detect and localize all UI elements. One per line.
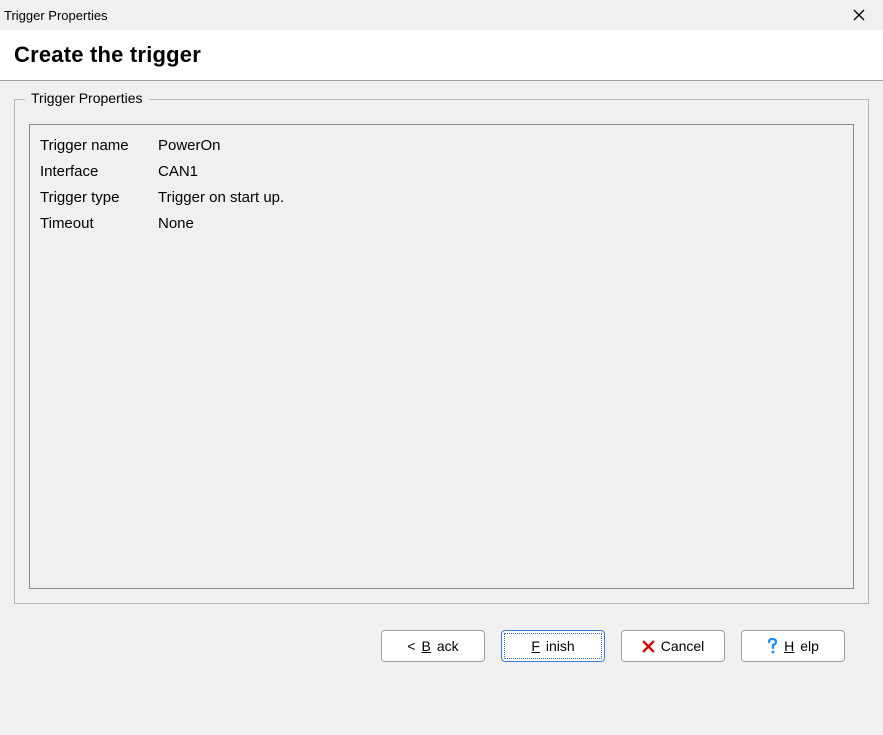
wizard-header: Create the trigger xyxy=(0,30,883,81)
property-value: Trigger on start up. xyxy=(158,185,284,211)
help-icon xyxy=(767,638,778,654)
close-icon xyxy=(853,9,865,21)
finish-button[interactable]: Finish xyxy=(501,630,605,662)
property-value: None xyxy=(158,211,194,237)
property-value: CAN1 xyxy=(158,159,198,185)
cancel-label: Cancel xyxy=(661,638,705,654)
properties-panel: Trigger name PowerOn Interface CAN1 Trig… xyxy=(29,124,854,589)
back-prefix: < xyxy=(407,638,415,654)
property-label: Timeout xyxy=(40,211,158,237)
cancel-icon xyxy=(642,640,655,653)
finish-hotkey: F xyxy=(531,638,540,654)
back-rest: ack xyxy=(437,638,459,654)
property-label: Trigger type xyxy=(40,185,158,211)
property-value: PowerOn xyxy=(158,133,221,159)
back-hotkey: B xyxy=(422,638,431,654)
groupbox-legend: Trigger Properties xyxy=(25,90,149,106)
property-row: Timeout None xyxy=(40,211,843,237)
property-row: Trigger name PowerOn xyxy=(40,133,843,159)
finish-rest: inish xyxy=(546,638,575,654)
property-label: Trigger name xyxy=(40,133,158,159)
help-hotkey: H xyxy=(784,638,794,654)
back-button[interactable]: < Back xyxy=(381,630,485,662)
property-row: Interface CAN1 xyxy=(40,159,843,185)
page-title: Create the trigger xyxy=(14,42,869,68)
button-bar: < Back Finish Cancel Help xyxy=(0,614,883,662)
close-button[interactable] xyxy=(843,1,875,29)
trigger-properties-group: Trigger Properties Trigger name PowerOn … xyxy=(14,99,869,604)
property-row: Trigger type Trigger on start up. xyxy=(40,185,843,211)
help-rest: elp xyxy=(800,638,819,654)
titlebar: Trigger Properties xyxy=(0,0,883,30)
content-area: Trigger Properties Trigger name PowerOn … xyxy=(0,81,883,614)
window-title: Trigger Properties xyxy=(4,8,108,23)
property-label: Interface xyxy=(40,159,158,185)
cancel-button[interactable]: Cancel xyxy=(621,630,725,662)
help-button[interactable]: Help xyxy=(741,630,845,662)
